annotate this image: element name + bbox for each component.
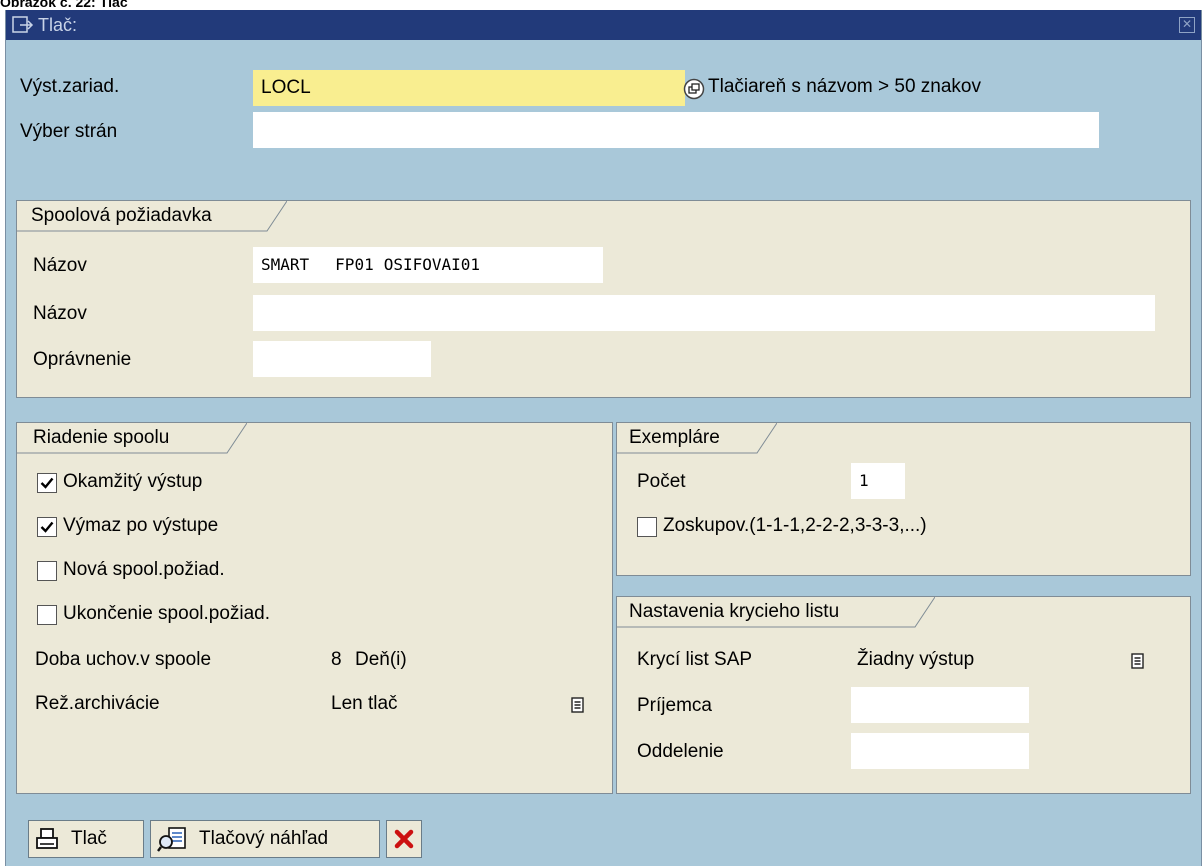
archive-mode-label: Rež.archivácie bbox=[35, 693, 160, 714]
spool-name-part3: OSIFOVAI01 bbox=[383, 255, 481, 274]
printer-icon bbox=[36, 828, 58, 849]
collate-checkbox[interactable] bbox=[637, 517, 657, 537]
spool-request-group: Spoolová požiadavka Názov SMART FP01 OSIFO… bbox=[16, 200, 1191, 398]
print-preview-button[interactable]: Tlačový náhľad bbox=[150, 820, 380, 858]
close-spool-request-checkbox[interactable] bbox=[37, 605, 57, 625]
cancel-button[interactable] bbox=[386, 820, 422, 858]
immediate-output-checkbox[interactable] bbox=[37, 473, 57, 493]
close-spool-request-label: Ukončenie spool.požiad. bbox=[63, 603, 271, 624]
department-input[interactable] bbox=[851, 733, 1029, 769]
dropdown-list-icon[interactable] bbox=[571, 697, 585, 713]
delete-after-output-checkbox[interactable] bbox=[37, 517, 57, 537]
print-preview-label: Tlačový náhľad bbox=[199, 828, 329, 849]
retention-label: Doba uchov.v spoole bbox=[35, 649, 212, 670]
copies-title: Exempláre bbox=[629, 427, 720, 448]
spool-name-field[interactable]: SMART FP01 OSIFOVAI01 bbox=[253, 247, 603, 283]
recipient-label: Príjemca bbox=[637, 695, 712, 716]
dropdown-list-icon[interactable] bbox=[1131, 653, 1145, 669]
checkmark-icon bbox=[40, 477, 54, 489]
output-device-hint: Tlačiareň s názvom > 50 znakov bbox=[708, 76, 981, 97]
collate-label: Zoskupov.(1-1-1,2-2-2,3-3-3,...) bbox=[663, 515, 927, 536]
page-selection-label: Výber strán bbox=[20, 121, 118, 142]
output-device-label: Výst.zariad. bbox=[20, 76, 120, 97]
red-x-icon bbox=[394, 829, 414, 849]
new-spool-request-label: Nová spool.požiad. bbox=[63, 559, 225, 580]
search-help-icon[interactable] bbox=[683, 78, 705, 100]
checkmark-icon bbox=[40, 521, 54, 533]
retention-unit: Deň(i) bbox=[355, 649, 407, 670]
print-button[interactable]: Tlač bbox=[28, 820, 144, 858]
cover-sheet-group: Nastavenia krycieho listu Krycí list SAP… bbox=[616, 596, 1191, 794]
output-device-input[interactable]: LOCL bbox=[253, 70, 685, 106]
cover-sheet-title: Nastavenia krycieho listu bbox=[629, 601, 840, 622]
title-bar: Tlač: ✕ bbox=[6, 10, 1201, 40]
spool-name-part1: SMART bbox=[261, 255, 310, 274]
spool-control-tab: Riadenie spoolu bbox=[17, 423, 247, 454]
print-button-label: Tlač bbox=[71, 828, 107, 849]
delete-after-output-label: Výmaz po výstupe bbox=[63, 515, 219, 536]
immediate-output-label: Okamžitý výstup bbox=[63, 471, 203, 492]
spool-name-part2: FP01 bbox=[335, 255, 374, 274]
recipient-input[interactable] bbox=[851, 687, 1029, 723]
archive-mode-value[interactable]: Len tlač bbox=[331, 693, 398, 715]
sap-cover-label: Krycí list SAP bbox=[637, 649, 753, 670]
retention-value[interactable]: 8 bbox=[331, 649, 342, 671]
copies-tab: Exempláre bbox=[617, 423, 777, 454]
spool-control-group: Riadenie spoolu Okamžitý výstup Výmaz po… bbox=[16, 422, 613, 794]
department-label: Oddelenie bbox=[637, 741, 724, 762]
page-selection-input[interactable] bbox=[253, 112, 1099, 148]
copies-count-label: Počet bbox=[637, 471, 686, 492]
spool-title-input[interactable] bbox=[253, 295, 1155, 331]
spool-control-title: Riadenie spoolu bbox=[33, 427, 170, 448]
spool-request-tab: Spoolová požiadavka bbox=[17, 201, 287, 232]
cover-sheet-tab: Nastavenia krycieho listu bbox=[617, 597, 935, 628]
new-spool-request-checkbox[interactable] bbox=[37, 561, 57, 581]
spool-title-label: Názov bbox=[33, 303, 87, 324]
print-preview-icon bbox=[157, 827, 186, 852]
print-dialog: Tlač: ✕ Výst.zariad. LOCL Tlačiareň s ná… bbox=[5, 10, 1202, 866]
figure-caption: Obrázok č. 22: Tlač bbox=[0, 0, 128, 10]
spool-name-label: Názov bbox=[33, 255, 87, 276]
authorization-label: Oprávnenie bbox=[33, 349, 132, 370]
copies-count-input[interactable]: 1 bbox=[851, 463, 905, 499]
sap-cover-value[interactable]: Žiadny výstup bbox=[857, 649, 974, 671]
copies-group: Exempláre Počet 1 Zoskupov.(1-1-1,2-2-2,… bbox=[616, 422, 1191, 576]
dialog-title: Tlač: bbox=[38, 15, 78, 35]
spool-request-title: Spoolová požiadavka bbox=[31, 205, 212, 226]
close-icon[interactable]: ✕ bbox=[1179, 17, 1195, 33]
authorization-input[interactable] bbox=[253, 341, 431, 377]
dialog-icon bbox=[12, 16, 34, 33]
